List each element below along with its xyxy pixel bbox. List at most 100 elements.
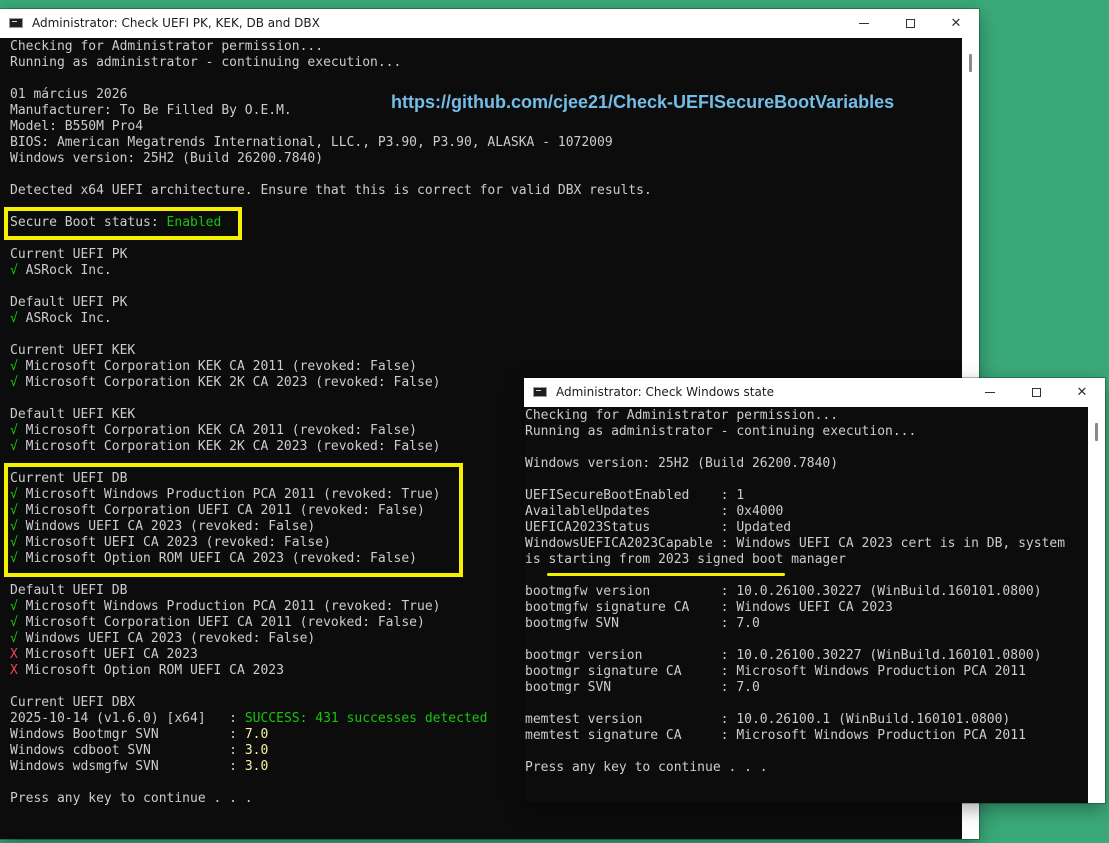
console-line: is starting from 2023 signed boot manage…	[525, 552, 1088, 568]
console-line: Detected x64 UEFI architecture. Ensure t…	[10, 183, 962, 199]
console-text: Microsoft UEFI CA 2023	[25, 647, 198, 662]
console-line: bootmgfw version : 10.0.26100.30227 (Win…	[525, 584, 1088, 600]
console-text: Windows version: 25H2 (Build 26200.7840)	[525, 456, 839, 471]
console-text: Detected x64 UEFI architecture. Ensure t…	[10, 183, 652, 198]
console-text: Checking for Administrator permission...	[10, 39, 324, 54]
current-db-highlight	[4, 463, 463, 577]
console-line: bootmgr version : 10.0.26100.30227 (WinB…	[525, 648, 1088, 664]
scrollbar-thumb[interactable]	[1095, 423, 1098, 441]
console-text: Default UEFI PK	[10, 295, 128, 310]
title-bar[interactable]: Administrator: Check Windows state ✕	[524, 378, 1105, 407]
console-line: Default UEFI PK	[10, 295, 962, 311]
console-text: Press any key to continue . . .	[10, 791, 253, 806]
terminal-icon	[9, 18, 23, 28]
console-line: bootmgfw signature CA : Windows UEFI CA …	[525, 600, 1088, 616]
console-text: Microsoft Corporation KEK 2K CA 2023 (re…	[25, 375, 441, 390]
console-text: Microsoft Option ROM UEFI CA 2023	[25, 663, 284, 678]
console-line: Checking for Administrator permission...	[10, 39, 962, 55]
console-text: √	[10, 439, 26, 454]
console-line: memtest version : 10.0.26100.1 (WinBuild…	[525, 712, 1088, 728]
console-text: Default UEFI DB	[10, 583, 128, 598]
maximize-button[interactable]	[887, 9, 933, 38]
console-text: ASRock Inc.	[25, 263, 112, 278]
console-line: Current UEFI KEK	[10, 343, 962, 359]
maximize-icon	[1031, 388, 1041, 397]
console-line: bootmgr SVN : 7.0	[525, 680, 1088, 696]
console-text: 2025-10-14 (v1.6.0) [x64] :	[10, 711, 245, 726]
console-text: √	[10, 263, 26, 278]
console-text: 3.0	[244, 759, 269, 774]
console-text: Press any key to continue . . .	[525, 760, 768, 775]
console-text: Windows wdsmgfw SVN :	[10, 759, 245, 774]
console-text: UEFICA2023Status : Updated	[525, 520, 792, 535]
vertical-scrollbar[interactable]	[1088, 407, 1105, 803]
console-text: Windows cdboot SVN :	[10, 743, 245, 758]
close-button[interactable]: ✕	[933, 9, 979, 38]
console-line: bootmgr signature CA : Microsoft Windows…	[525, 664, 1088, 680]
console-text: ASRock Inc.	[25, 311, 112, 326]
minimize-button[interactable]	[841, 9, 887, 38]
console-text: Model: B550M Pro4	[10, 119, 144, 134]
console-line: bootmgfw SVN : 7.0	[525, 616, 1088, 632]
console-line: Running as administrator - continuing ex…	[525, 424, 1088, 440]
close-icon: ✕	[950, 16, 962, 31]
scrollbar-thumb[interactable]	[969, 54, 972, 72]
console-text: Windows Bootmgr SVN :	[10, 727, 245, 742]
console-line: memtest signature CA : Microsoft Windows…	[525, 728, 1088, 744]
console-text: AvailableUpdates : 0x4000	[525, 504, 784, 519]
console-text: UEFISecureBootEnabled : 1	[525, 488, 745, 503]
close-button[interactable]: ✕	[1059, 378, 1105, 407]
console-text: √	[10, 375, 26, 390]
console-line: AvailableUpdates : 0x4000	[525, 504, 1088, 520]
console-line: Current UEFI PK	[10, 247, 962, 263]
secure-boot-highlight	[4, 207, 242, 240]
console-text: Running as administrator - continuing ex…	[10, 55, 402, 70]
console-line: Model: B550M Pro4	[10, 119, 962, 135]
console-text: memtest version : 10.0.26100.1 (WinBuild…	[525, 712, 1011, 727]
console-output[interactable]: Checking for Administrator permission...…	[524, 408, 1088, 803]
maximize-button[interactable]	[1013, 378, 1059, 407]
window-title: Administrator: Check UEFI PK, KEK, DB an…	[32, 16, 320, 30]
console-text: √	[10, 631, 26, 646]
console-text: Microsoft Windows Production PCA 2011 (r…	[25, 599, 441, 614]
console-text: Current UEFI PK	[10, 247, 128, 262]
console-text: Running as administrator - continuing ex…	[525, 424, 917, 439]
console-text: X	[10, 663, 26, 678]
console-text: Microsoft Corporation KEK 2K CA 2023 (re…	[25, 439, 441, 454]
console-text: √	[10, 599, 26, 614]
console-text: Microsoft Corporation KEK CA 2011 (revok…	[25, 423, 417, 438]
console-text: Default UEFI KEK	[10, 407, 136, 422]
title-bar[interactable]: Administrator: Check UEFI PK, KEK, DB an…	[0, 9, 979, 38]
console-line: BIOS: American Megatrends International,…	[10, 135, 962, 151]
console-line: √ ASRock Inc.	[10, 263, 962, 279]
console-text: WindowsUEFICA2023Capable : Windows UEFI …	[525, 536, 1066, 551]
console-text: √	[10, 423, 26, 438]
window-title: Administrator: Check Windows state	[556, 385, 774, 399]
minimize-icon	[985, 392, 995, 393]
console-text: SUCCESS: 431 successes detected	[244, 711, 488, 726]
console-line: UEFISecureBootEnabled : 1	[525, 488, 1088, 504]
console-line: Press any key to continue . . .	[525, 760, 1088, 776]
minimize-button[interactable]	[967, 378, 1013, 407]
console-text: 3.0	[244, 743, 269, 758]
console-text: √	[10, 359, 26, 374]
console-text: Windows version: 25H2 (Build 26200.7840)	[10, 151, 324, 166]
console-text: is starting from 2023 signed boot manage…	[525, 552, 846, 567]
maximize-icon	[905, 19, 915, 28]
console-text: 01 március 2026	[10, 87, 128, 102]
windows-state-window[interactable]: Administrator: Check Windows state ✕ Che…	[524, 378, 1105, 803]
console-text: Manufacturer: To Be Filled By O.E.M.	[10, 103, 292, 118]
console-text: Current UEFI DBX	[10, 695, 136, 710]
console-text: bootmgfw SVN : 7.0	[525, 616, 760, 631]
console-line: Windows version: 25H2 (Build 26200.7840)	[525, 456, 1088, 472]
console-text: Microsoft Corporation KEK CA 2011 (revok…	[25, 359, 417, 374]
console-text: Microsoft Corporation UEFI CA 2011 (revo…	[25, 615, 425, 630]
console-text: bootmgr signature CA : Microsoft Windows…	[525, 664, 1026, 679]
